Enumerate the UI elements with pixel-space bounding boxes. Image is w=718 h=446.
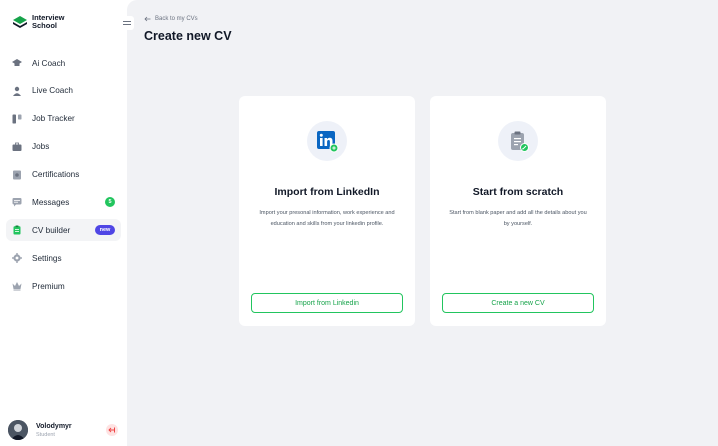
- sidebar-item-messages[interactable]: Messages 5: [6, 191, 121, 213]
- arrow-left-icon: [144, 16, 151, 22]
- back-to-cvs-link[interactable]: Back to my CVs: [144, 16, 198, 22]
- double-line-icon: [123, 21, 131, 25]
- sidebar-item-job-tracker[interactable]: Job Tracker: [6, 108, 121, 130]
- crown-icon: [12, 281, 22, 291]
- sidebar-collapse-button[interactable]: [120, 16, 134, 30]
- start-from-scratch-card: Start from scratch Start from blank pape…: [430, 96, 606, 326]
- sidebar-item-label: Messages: [32, 197, 70, 207]
- logout-button[interactable]: [106, 424, 118, 436]
- sidebar: Interview School Ai Coach Live Coach Job…: [0, 0, 134, 446]
- clipboard-edit-icon: [511, 131, 529, 152]
- gear-icon: [12, 253, 22, 264]
- messages-count-badge: 5: [105, 197, 115, 208]
- sidebar-item-label: Jobs: [32, 142, 50, 152]
- clipboard-icon: [12, 225, 22, 235]
- user-profile[interactable]: Volodymyr Student: [8, 419, 120, 441]
- brand-name: Interview School: [32, 14, 72, 30]
- clipboard-icon-badge: [498, 121, 538, 161]
- sidebar-item-label: Certifications: [32, 170, 80, 180]
- card-title: Import from LinkedIn: [274, 186, 380, 198]
- card-description: Start from blank paper and add all the d…: [449, 210, 587, 227]
- sidebar-nav: Ai Coach Live Coach Job Tracker Jobs Cer…: [6, 52, 121, 303]
- chat-icon: [12, 197, 22, 207]
- sidebar-item-cv-builder[interactable]: CV builder new: [6, 219, 121, 242]
- sidebar-item-certifications[interactable]: Certifications: [6, 164, 121, 186]
- certificate-icon: [12, 170, 22, 180]
- sidebar-item-label: Premium: [32, 281, 65, 291]
- brand-logo[interactable]: Interview School: [12, 14, 72, 30]
- page-title: Create new CV: [144, 29, 232, 43]
- main-content: Back to my CVs Create new CV Import from…: [127, 0, 718, 446]
- user-name: Volodymyr: [36, 422, 72, 430]
- sidebar-item-jobs[interactable]: Jobs: [6, 136, 121, 158]
- logout-icon: [108, 427, 115, 433]
- sidebar-item-label: CV builder: [32, 225, 71, 235]
- import-from-linkedin-button[interactable]: Import from Linkedin: [251, 293, 403, 313]
- back-link-label: Back to my CVs: [155, 16, 198, 22]
- user-role: Student: [36, 431, 55, 438]
- user-info: Volodymyr Student: [36, 423, 72, 438]
- card-title: Start from scratch: [472, 186, 564, 198]
- sidebar-item-label: Job Tracker: [32, 114, 75, 124]
- kanban-icon: [12, 114, 22, 124]
- sidebar-item-live-coach[interactable]: Live Coach: [6, 80, 121, 102]
- brand-name-line2: School: [32, 21, 58, 30]
- briefcase-icon: [12, 142, 22, 152]
- sidebar-item-premium[interactable]: Premium: [6, 275, 121, 297]
- sidebar-item-label: Settings: [32, 253, 62, 263]
- import-linkedin-card: Import from LinkedIn Import your presona…: [239, 96, 415, 326]
- card-description: Import your presonal information, work e…: [259, 210, 395, 227]
- logo-icon: [13, 16, 27, 28]
- new-badge: new: [95, 225, 115, 236]
- linkedin-icon: [317, 131, 339, 153]
- avatar: [8, 420, 28, 440]
- graduation-cap-icon: [12, 58, 22, 68]
- sidebar-item-label: Live Coach: [32, 86, 73, 96]
- sidebar-item-settings[interactable]: Settings: [6, 247, 121, 269]
- sidebar-item-ai-coach[interactable]: Ai Coach: [6, 52, 121, 74]
- linkedin-icon-badge: [307, 121, 347, 161]
- sidebar-item-label: Ai Coach: [32, 58, 66, 68]
- person-icon: [12, 86, 22, 96]
- create-new-cv-button[interactable]: Create a new CV: [442, 293, 594, 313]
